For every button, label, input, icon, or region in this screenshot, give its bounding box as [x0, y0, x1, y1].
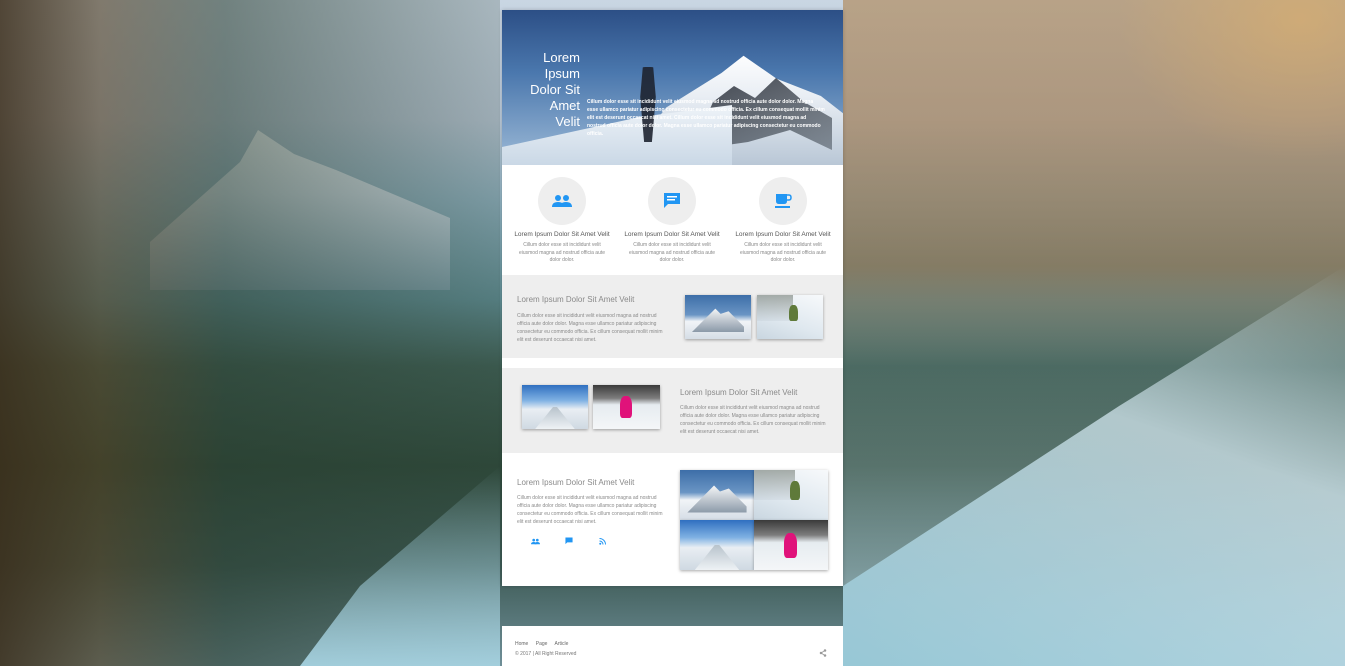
section-title: Lorem Ipsum Dolor Sit Amet Velit	[680, 388, 798, 397]
background-trees-right	[843, 0, 1345, 666]
feature-item: Lorem Ipsum Dolor Sit Amet Velit Cillum …	[730, 177, 836, 265]
chat-icon	[565, 537, 573, 545]
features-section: Lorem Ipsum Dolor Sit Amet Velit Cillum …	[502, 165, 843, 275]
feature-icon-circle	[538, 177, 586, 225]
social-chat-button[interactable]	[563, 535, 575, 547]
hero-text: Cillum dolor esse sit incididunt velit e…	[587, 99, 825, 137]
coffee-icon	[775, 194, 792, 208]
feature-item: Lorem Ipsum Dolor Sit Amet Velit Cillum …	[509, 177, 615, 265]
section-title: Lorem Ipsum Dolor Sit Amet Velit	[517, 295, 635, 304]
background-mountain	[150, 130, 450, 290]
footer-copyright: © 2017 | All Right Reserved	[515, 651, 577, 657]
feature-title: Lorem Ipsum Dolor Sit Amet Velit	[624, 231, 720, 238]
section-text: Cillum dolor esse sit incididunt velit e…	[517, 313, 663, 343]
hero-title-line: Velit	[555, 114, 580, 129]
content-section-2: Lorem Ipsum Dolor Sit Amet Velit Cillum …	[502, 368, 843, 453]
background-snow-trail	[843, 266, 1345, 666]
footer-link-home[interactable]: Home	[515, 641, 528, 647]
road-photo	[522, 385, 588, 429]
feature-text: Cillum dolor esse sit incididunt velit e…	[628, 242, 716, 263]
hero-title-line: Ipsum	[544, 66, 580, 81]
hero-title-line: Dolor Sit	[530, 82, 580, 97]
social-rss-button[interactable]	[596, 535, 608, 547]
gallery-skier-photo	[754, 470, 828, 520]
content-section-3: Lorem Ipsum Dolor Sit Amet Velit Cillum …	[502, 462, 843, 586]
section-text: Cillum dolor esse sit incididunt velit e…	[680, 405, 826, 435]
hero-title: Lorem Ipsum Dolor Sit Amet Velit	[522, 50, 580, 130]
feature-icon-circle	[759, 177, 807, 225]
feature-title: Lorem Ipsum Dolor Sit Amet Velit	[735, 231, 831, 238]
background-trees-left	[0, 0, 500, 666]
skier-photo	[757, 295, 823, 339]
hero-title-line: Lorem	[543, 50, 580, 65]
feature-icon-circle	[648, 177, 696, 225]
page-container: Lorem Ipsum Dolor Sit Amet Velit Cillum …	[502, 10, 843, 586]
share-icon	[819, 649, 827, 657]
gallery-mountain-photo	[680, 470, 754, 520]
people-icon	[552, 195, 572, 207]
section-text: Cillum dolor esse sit incididunt velit e…	[517, 495, 663, 525]
feature-item: Lorem Ipsum Dolor Sit Amet Velit Cillum …	[619, 177, 725, 265]
section-title: Lorem Ipsum Dolor Sit Amet Velit	[517, 478, 635, 487]
hero-title-line: Amet	[549, 98, 580, 113]
background-snow-slope	[300, 466, 500, 666]
skier-photo	[593, 385, 660, 429]
rss-icon	[598, 537, 606, 545]
footer: Home Page Article © 2017 | All Right Res…	[502, 626, 843, 666]
feature-title: Lorem Ipsum Dolor Sit Amet Velit	[514, 231, 610, 238]
gallery-skier-photo	[754, 520, 828, 570]
footer-link-article[interactable]: Article	[555, 641, 569, 647]
gallery-road-photo	[680, 520, 754, 570]
chat-icon	[664, 193, 680, 208]
footer-nav: Home Page Article	[515, 641, 574, 647]
hero-banner: Lorem Ipsum Dolor Sit Amet Velit Cillum …	[502, 10, 843, 165]
social-people-button[interactable]	[529, 535, 541, 547]
mountain-photo	[685, 295, 751, 339]
feature-text: Cillum dolor esse sit incididunt velit e…	[518, 242, 606, 263]
footer-link-page[interactable]: Page	[536, 641, 548, 647]
feature-text: Cillum dolor esse sit incididunt velit e…	[739, 242, 827, 263]
content-section-1: Lorem Ipsum Dolor Sit Amet Velit Cillum …	[502, 275, 843, 358]
people-icon	[530, 538, 540, 544]
share-button[interactable]	[819, 644, 827, 662]
